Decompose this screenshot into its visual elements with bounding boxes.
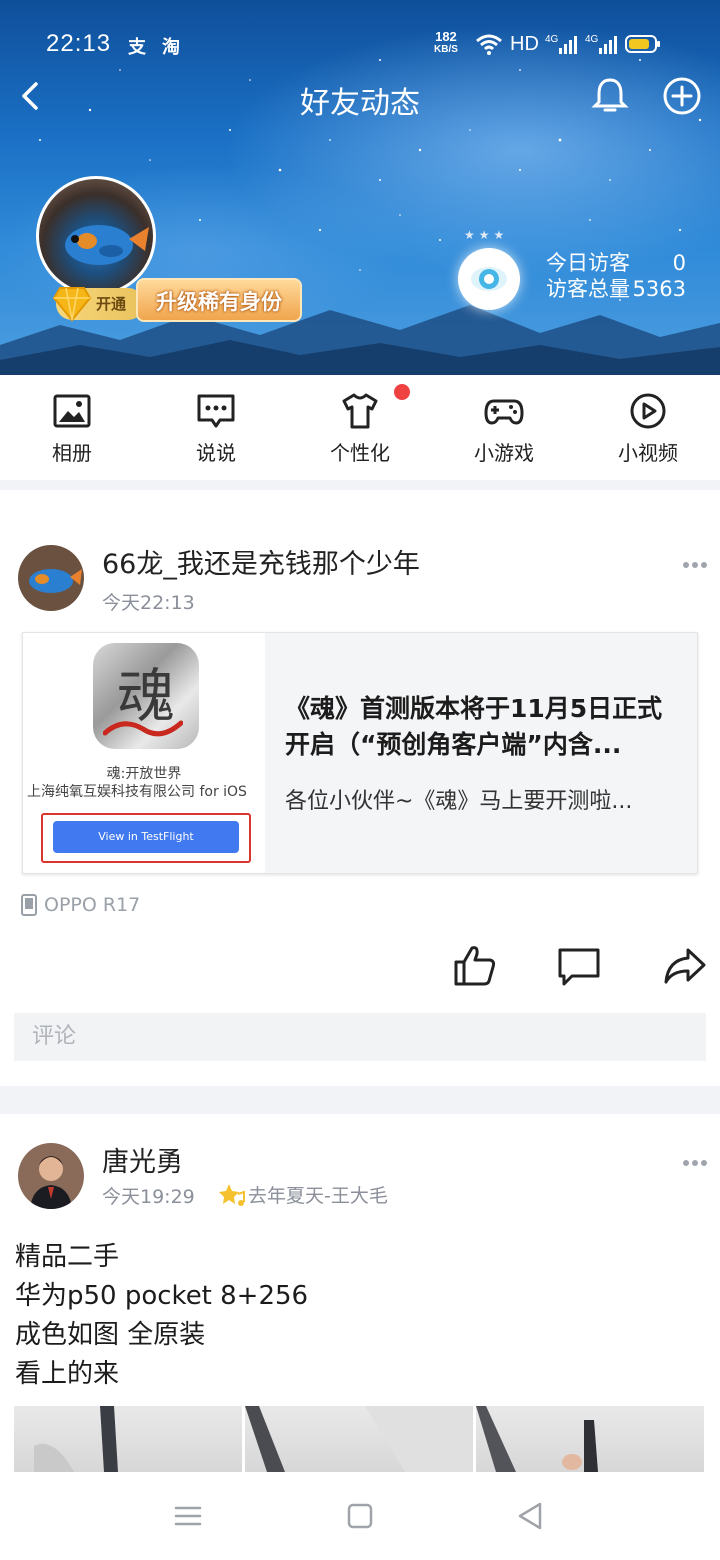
menu-item-minigame[interactable]: 小游戏	[454, 391, 554, 466]
visitor-eye-button[interactable]	[458, 248, 520, 310]
menu-item-personalize[interactable]: 个性化	[310, 391, 410, 466]
post-timestamp: 今天22:13	[102, 592, 195, 614]
add-circle-icon[interactable]	[660, 74, 704, 118]
visitor-today-label: 今日访客	[546, 251, 630, 275]
post-body: 精品二手 华为p50 pocket 8+256 成色如图 全原装 看上的来	[15, 1238, 308, 1394]
menu-lines-icon[interactable]	[172, 1500, 204, 1532]
music-star-icon	[219, 1183, 245, 1206]
menu-label-shortvideo: 小视频	[618, 441, 678, 465]
more-options-icon[interactable]	[682, 1158, 708, 1168]
user-avatar[interactable]	[36, 176, 156, 296]
home-square-icon[interactable]	[344, 1500, 376, 1532]
visitor-stats: 今日访客 0 访客总量 5363	[546, 250, 686, 302]
visitor-today-value: 0	[672, 251, 686, 275]
notification-dot	[394, 384, 410, 400]
post-body-line: 精品二手	[15, 1242, 120, 1272]
taobao-icon: 淘	[162, 37, 180, 58]
section-divider	[0, 1086, 720, 1114]
menu-label-personalize: 个性化	[330, 441, 390, 465]
post-author-avatar[interactable]	[18, 1143, 84, 1209]
phone-photo-image	[34, 1406, 118, 1472]
play-circle-icon	[630, 393, 666, 429]
link-title: 《魂》首测版本将于11月5日正式开启（“预创角客户端”内含...	[285, 694, 663, 759]
svg-text:4G: 4G	[585, 34, 599, 45]
stars-decoration: ★★★	[464, 228, 509, 242]
app-company: 上海纯氧互娱科技有限公司 for iOS	[27, 784, 247, 800]
device-info: OPPO R17	[20, 892, 140, 918]
share-arrow-icon[interactable]	[660, 940, 710, 990]
tshirt-icon	[342, 393, 378, 429]
post-tag-label: 去年夏天-王大毛	[248, 1185, 388, 1207]
wifi-icon	[476, 34, 502, 55]
testflight-button[interactable]: View in TestFlight	[53, 821, 239, 853]
menu-label-minigame: 小游戏	[474, 441, 534, 465]
visitor-total-value: 5363	[632, 277, 686, 301]
post-timestamp: 今天19:29	[102, 1186, 195, 1208]
like-thumb-icon[interactable]	[450, 940, 500, 990]
post-author-name[interactable]: 唐光勇	[102, 1140, 183, 1179]
post-tag[interactable]: 去年夏天-王大毛	[218, 1181, 388, 1208]
diamond-icon	[52, 287, 92, 322]
status-icons: HD 4G 4G	[474, 30, 661, 58]
device-name: OPPO R17	[44, 894, 141, 916]
top-nav: 好友动态	[0, 66, 720, 126]
menu-label-shuoshuo: 说说	[196, 441, 236, 465]
eye-icon	[471, 267, 507, 291]
comment-icon[interactable]	[554, 940, 604, 990]
bell-icon[interactable]	[588, 74, 632, 118]
status-time: 22:13	[46, 30, 112, 57]
upgrade-identity-button[interactable]: 升级稀有身份	[136, 278, 302, 322]
back-triangle-icon[interactable]	[514, 1500, 546, 1532]
comment-input[interactable]: 评论	[14, 1013, 706, 1061]
section-divider	[0, 480, 720, 490]
post-body-line: 华为p50 pocket 8+256	[15, 1281, 309, 1311]
menu-item-shortvideo[interactable]: 小视频	[598, 391, 698, 466]
hd-label: HD	[510, 32, 539, 55]
post-author-name[interactable]: 66龙_我还是充钱那个少年	[102, 542, 420, 581]
photo-album-icon	[53, 394, 91, 428]
system-nav-bar	[0, 1472, 720, 1560]
post-photo[interactable]	[14, 1406, 242, 1472]
post-author-avatar[interactable]	[18, 545, 84, 611]
quick-menu: 相册 说说 个性化 小游戏 小视频	[0, 375, 720, 480]
visitor-total-label: 访客总量	[546, 277, 630, 301]
post-photo[interactable]	[476, 1406, 704, 1472]
menu-item-album[interactable]: 相册	[22, 391, 122, 466]
app-icon: 魂	[93, 643, 199, 749]
shared-link-card[interactable]: 魂 魂:开放世界 上海纯氧互娱科技有限公司 for iOS View in Te…	[22, 632, 698, 874]
signal-4g-icon: 4G	[545, 34, 577, 54]
person-avatar-image	[18, 1143, 84, 1209]
menu-label-album: 相册	[52, 441, 92, 465]
battery-icon	[624, 35, 660, 53]
app-name: 魂:开放世界	[106, 766, 182, 782]
phone-photo-image	[245, 1406, 473, 1472]
red-swirl-decoration	[103, 720, 183, 737]
net-speed: 182 KB/S	[434, 29, 458, 55]
alipay-icon: 支	[128, 37, 146, 58]
phone-icon	[21, 894, 37, 916]
post-body-line: 成色如图 全原装	[15, 1320, 206, 1350]
gamepad-icon	[484, 399, 524, 425]
testflight-highlight-box: View in TestFlight	[41, 813, 251, 863]
post-photo[interactable]	[245, 1406, 473, 1472]
link-description: 各位小伙伴~《魂》马上要开测啦...	[285, 789, 633, 814]
fish-avatar-image	[18, 545, 84, 611]
phone-photo-image	[476, 1406, 598, 1472]
message-bubble-icon	[197, 394, 235, 428]
more-options-icon[interactable]	[682, 560, 708, 570]
post-body-line: 看上的来	[15, 1359, 120, 1389]
signal-4g-icon: 4G	[585, 34, 617, 54]
link-thumbnail: 魂 魂:开放世界 上海纯氧互娱科技有限公司 for iOS View in Te…	[23, 633, 265, 873]
menu-item-shuoshuo[interactable]: 说说	[166, 391, 266, 466]
svg-text:4G: 4G	[545, 34, 559, 45]
